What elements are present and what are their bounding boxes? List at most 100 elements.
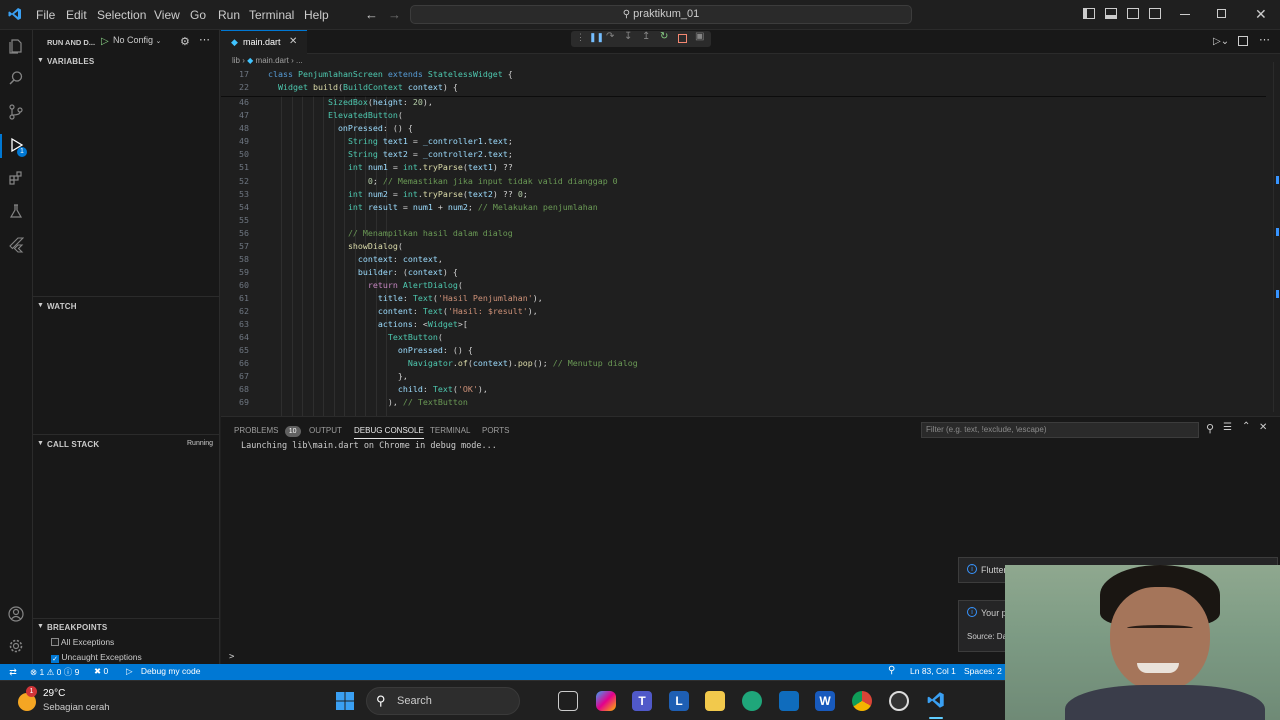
code-line[interactable]: 51 int num1 = int.tryParse(text1) ?? [221,161,1280,174]
testing-flask-icon[interactable] [7,203,25,221]
code-line[interactable]: 63 actions: <Widget>[ [221,318,1280,331]
menu-run[interactable]: Run [218,8,240,22]
code-line[interactable]: 61 title: Text('Hasil Penjumlahan'), [221,292,1280,305]
code-view[interactable]: 17 class PenjumlahanScreen extends Statel… [221,68,1280,416]
search-icon[interactable] [7,70,25,88]
settings-gear-icon[interactable] [7,638,25,656]
step-into-icon[interactable]: ↧ [624,31,632,42]
menu-file[interactable]: File [36,8,55,22]
code-line[interactable]: 60 return AlertDialog( [221,279,1280,292]
code-line[interactable]: 58 context: context, [221,253,1280,266]
ports-status[interactable]: ✖ 0 [94,666,108,677]
menu-terminal[interactable]: Terminal [249,8,294,22]
start-windows-icon[interactable] [335,691,355,711]
code-line[interactable]: 57 showDialog( [221,240,1280,253]
tab-main-dart[interactable]: ◆ main.dart ✕ [221,30,307,54]
edge-icon[interactable] [742,691,762,711]
breakpoints-chevron-icon[interactable]: ▼ [37,623,44,630]
console-prompt[interactable]: > [229,652,234,662]
start-debug-play-icon[interactable]: ▷ [101,36,109,47]
forward-arrow-icon[interactable]: → [388,7,401,22]
watch-chevron-icon[interactable]: ▼ [37,302,44,309]
teams-icon[interactable]: T [632,691,652,711]
restore-icon[interactable] [1217,9,1226,18]
menu-edit[interactable]: Edit [66,8,87,22]
code-line[interactable]: 49 String text1 = _controller1.text; [221,135,1280,148]
indentation[interactable]: Spaces: 2 [964,666,1002,676]
variables-section-title[interactable]: VARIABLES [47,57,94,66]
problems-status[interactable]: ⊗ 1 ⚠ 0 ⓘ 9 [30,666,79,678]
maximize-panel-icon[interactable]: ⌃ [1242,421,1250,432]
explorer-icon[interactable] [7,38,25,56]
drag-handle-icon[interactable]: ⋮ [576,32,585,43]
code-line[interactable]: 55 [221,214,1280,227]
code-line[interactable]: 64 TextButton( [221,331,1280,344]
code-line[interactable]: 46 SizedBox(height: 20), [221,96,1280,109]
breakpoint-item[interactable]: All Exceptions [51,637,114,647]
tab-terminal[interactable]: TERMINAL [430,426,470,435]
code-line[interactable]: 47 ElevatedButton( [221,109,1280,122]
toggle-panel-icon[interactable] [1105,8,1117,19]
chrome-icon[interactable] [852,691,872,711]
store-icon[interactable] [779,691,799,711]
close-window-icon[interactable]: ✕ [1255,6,1267,23]
code-line[interactable]: 50 String text2 = _controller2.text; [221,148,1280,161]
step-out-icon[interactable]: ↥ [642,31,650,42]
debug-settings-gear-icon[interactable]: ⚙ [180,35,190,48]
callstack-section-title[interactable]: CALL STACK [47,440,99,449]
menu-view[interactable]: View [154,8,180,22]
split-editor-icon[interactable] [1238,36,1248,46]
breakpoint-checkbox-checked[interactable]: ✓ [51,655,59,663]
menu-help[interactable]: Help [304,8,329,22]
tab-debug-console[interactable]: DEBUG CONSOLE [354,426,424,439]
debug-config-select[interactable]: No Config ⌄ [113,35,169,48]
extensions-icon[interactable] [7,170,25,188]
source-control-icon[interactable] [7,104,25,122]
breadcrumb-file[interactable]: main.dart [256,56,289,65]
more-actions-icon[interactable]: ⋯ [199,33,210,46]
tab-ports[interactable]: PORTS [482,426,509,435]
restart-icon[interactable]: ↻ [660,31,668,42]
code-line[interactable]: 56 // Menampilkan hasil dalam dialog [221,227,1280,240]
command-center-search[interactable]: ⚲ praktikum_01 [410,5,912,24]
tab-problems[interactable]: PROBLEMS 10 [234,426,301,437]
back-arrow-icon[interactable]: ← [365,7,378,22]
task-view-icon[interactable] [558,691,578,711]
breakpoint-item[interactable]: ✓ Uncaught Exceptions [51,652,142,663]
weather-widget[interactable]: 1 29°C Sebagian cerah [16,685,136,717]
minimize-icon[interactable] [1180,14,1190,15]
callstack-chevron-icon[interactable]: ▼ [37,440,44,447]
tab-output[interactable]: OUTPUT [309,426,342,435]
sticky-scroll-line[interactable]: 22 Widget build(BuildContext context) { [221,81,1280,94]
filter-search-icon[interactable]: ⚲ [1206,422,1214,435]
debug-session-status[interactable]: ▷ Debug my code [126,666,200,677]
stop-icon[interactable] [678,34,687,43]
customize-layout-icon[interactable] [1149,8,1161,19]
breakpoints-section-title[interactable]: BREAKPOINTS [47,623,107,632]
close-tab-icon[interactable]: ✕ [289,31,297,53]
run-dropdown-icon[interactable]: ▷⌄ [1213,36,1229,47]
code-line[interactable]: 59 builder: (context) { [221,266,1280,279]
step-over-icon[interactable]: ↷ [606,31,614,42]
run-and-debug-icon[interactable]: 1 [7,137,27,157]
close-panel-icon[interactable]: ✕ [1259,422,1267,433]
code-line[interactable]: 66 Navigator.of(context).pop(); // Menut… [221,357,1280,370]
watch-section-title[interactable]: WATCH [47,302,77,311]
editor-more-icon[interactable]: ⋯ [1259,33,1270,46]
word-icon[interactable]: W [815,691,835,711]
taskbar-search-box[interactable]: ⚲ Search [366,687,520,715]
code-line[interactable]: 54 int result = num1 + num2; // Melakuka… [221,201,1280,214]
menu-go[interactable]: Go [190,8,206,22]
pause-icon[interactable]: ❚❚ [589,32,604,43]
code-line[interactable]: 48 onPressed: () { [221,122,1280,135]
obs-icon[interactable] [889,691,909,711]
vertical-scrollbar[interactable] [1273,62,1279,412]
code-line[interactable]: 69 ), // TextButton [221,396,1280,409]
toggle-secondary-sidebar-icon[interactable] [1127,8,1139,19]
code-line[interactable]: 53 int num2 = int.tryParse(text2) ?? 0; [221,188,1280,201]
code-line[interactable]: 68 child: Text('OK'), [221,383,1280,396]
copilot-icon[interactable] [596,691,616,711]
code-line[interactable]: 67 }, [221,370,1280,383]
sticky-scroll-line[interactable]: 17 class PenjumlahanScreen extends Statel… [221,68,1280,81]
variables-chevron-icon[interactable]: ▼ [37,57,44,64]
